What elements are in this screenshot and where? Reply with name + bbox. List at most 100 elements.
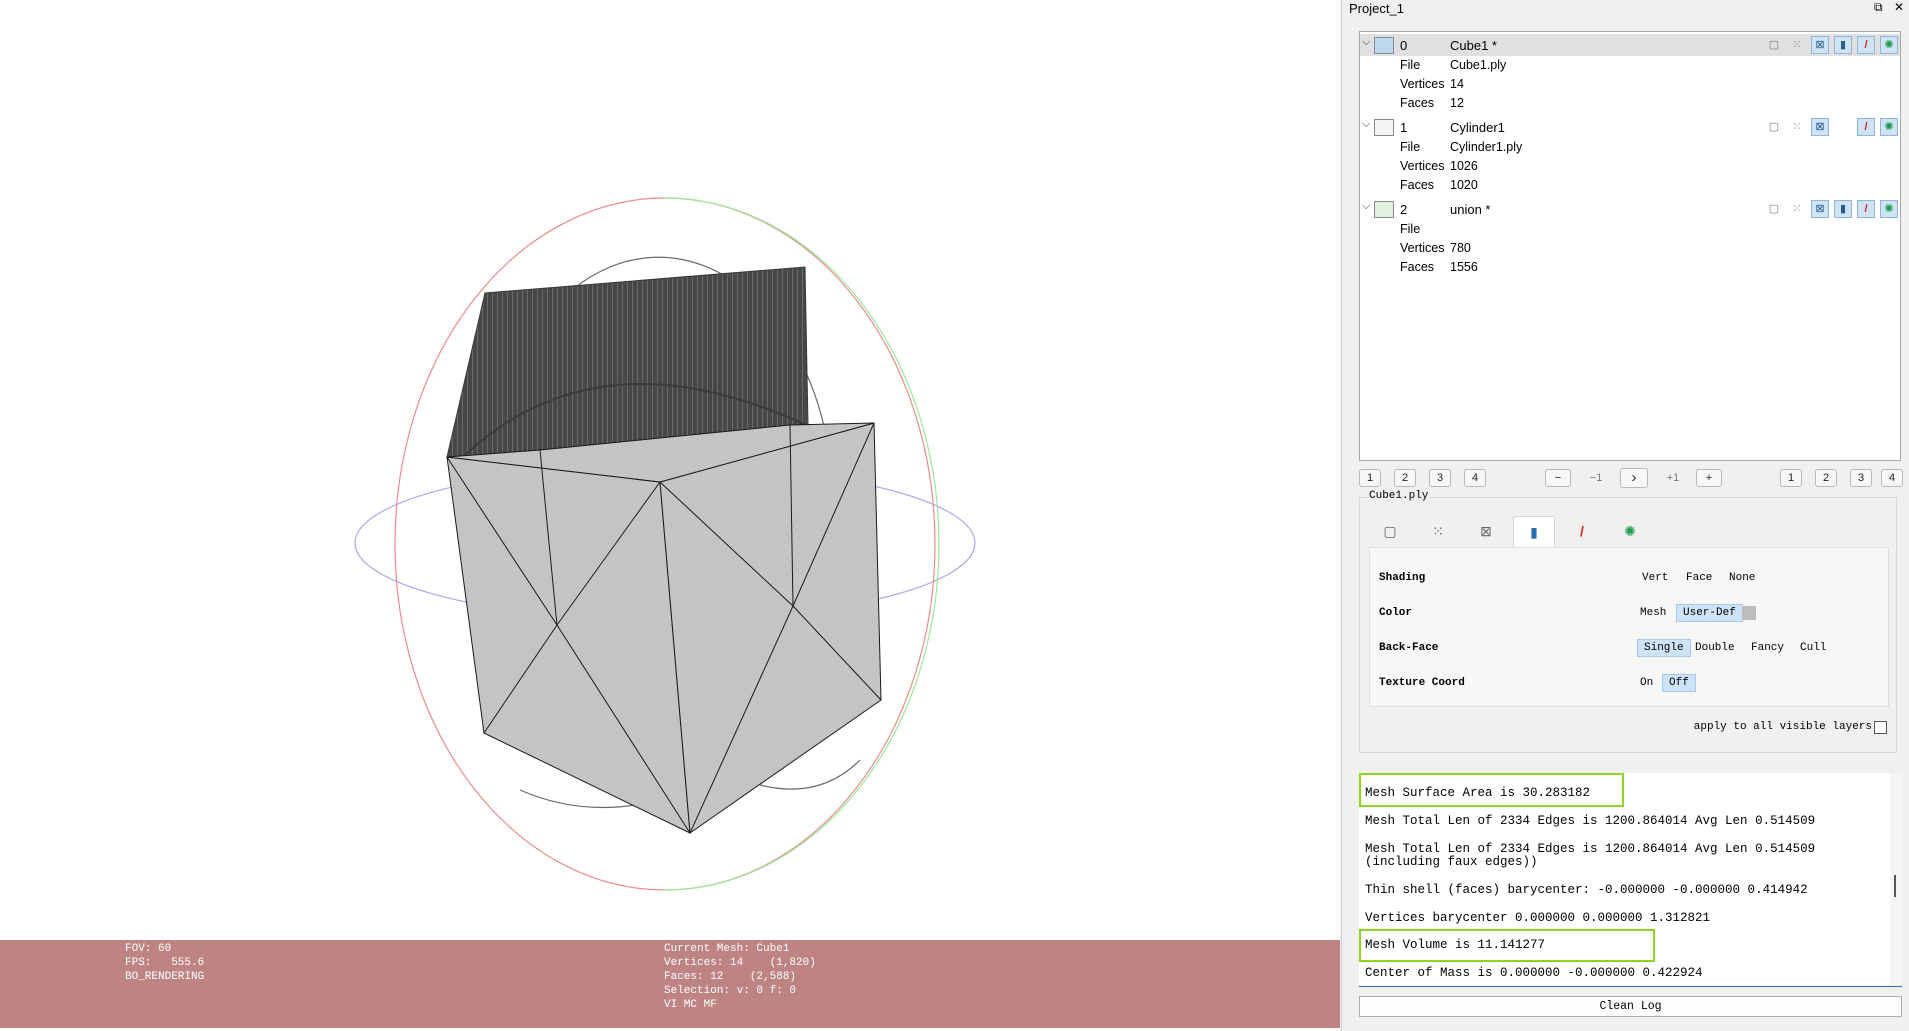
backface-fancy-option[interactable]: Fancy xyxy=(1745,639,1790,657)
faces-label: Faces xyxy=(1400,96,1435,110)
layer-index: 1 xyxy=(1400,120,1408,135)
wire-icon[interactable]: ⊠ xyxy=(1811,36,1829,54)
plus-one-button[interactable]: +1 xyxy=(1658,469,1688,487)
points-icon[interactable]: ⁙ xyxy=(1417,516,1459,547)
hud-current-mesh: Current Mesh: Cube1 xyxy=(664,943,790,955)
wire-icon[interactable]: ⊠ xyxy=(1465,516,1507,547)
texcoord-on-option[interactable]: On xyxy=(1634,674,1659,692)
texture-icon[interactable]: / xyxy=(1857,36,1875,54)
layer-index: 0 xyxy=(1400,38,1408,53)
solid-icon[interactable] xyxy=(1834,118,1852,136)
layer-index: 2 xyxy=(1400,202,1408,217)
view-right-2-button[interactable]: 2 xyxy=(1815,469,1837,487)
view-4-button[interactable]: 4 xyxy=(1464,469,1486,487)
view-3-button[interactable]: 3 xyxy=(1429,469,1451,487)
layer-item-union[interactable]: ⌵ 2 union * ▢ ⁙ ⊠ ▮ / ✺ File Vertices 780 Face… xyxy=(1360,198,1900,277)
vertices-value: 780 xyxy=(1450,241,1471,255)
render-group-title: Cube1.ply xyxy=(1367,490,1431,502)
view-right-3-button[interactable]: 3 xyxy=(1850,469,1872,487)
cube-right-face xyxy=(659,422,882,834)
hud-fov: FOV: 60 xyxy=(125,943,172,955)
log-scrollbar-thumb[interactable] xyxy=(1894,875,1896,897)
wire-icon[interactable]: ⊠ xyxy=(1811,118,1829,136)
hud-faces: Faces: 12 (2,588) xyxy=(664,971,797,983)
chevron-down-icon[interactable]: ⌵ xyxy=(1362,118,1370,131)
layer-name: Cylinder1 xyxy=(1450,120,1505,135)
hud-right-column: Current Mesh: Cube1 Vertices: 14 (1,820)… xyxy=(664,942,816,1012)
box-icon[interactable]: ▢ xyxy=(1765,200,1783,218)
shading-vert-option[interactable]: Vert xyxy=(1636,569,1674,587)
layer-thumbnail-icon[interactable] xyxy=(1374,119,1394,136)
texture-icon[interactable]: / xyxy=(1561,516,1603,547)
chevron-down-icon[interactable]: ⌵ xyxy=(1362,200,1370,213)
log-divider xyxy=(1359,986,1902,987)
log-line: Center of Mass is 0.000000 -0.000000 0.4… xyxy=(1365,966,1703,980)
restore-icon[interactable]: ⧉ xyxy=(1874,0,1883,14)
hud-left-column: FOV: 60 FPS: 555.6 BO_RENDERING xyxy=(125,942,204,984)
color-label: Color xyxy=(1379,607,1413,619)
clean-log-button[interactable]: Clean Log xyxy=(1359,996,1902,1017)
texcoord-off-option[interactable]: Off xyxy=(1662,674,1696,692)
log-scrollbar[interactable] xyxy=(1890,773,1902,985)
apply-all-row: apply to all visible layers xyxy=(1360,719,1896,737)
chevron-down-icon[interactable]: ⌵ xyxy=(1362,36,1370,49)
box-icon[interactable]: ▢ xyxy=(1369,516,1411,547)
view-1-button[interactable]: 1 xyxy=(1359,469,1381,487)
view-right-4-button[interactable]: 4 xyxy=(1881,469,1903,487)
file-value: Cube1.ply xyxy=(1450,58,1507,72)
log-line: Vertices barycenter 0.000000 0.000000 1.… xyxy=(1365,911,1711,925)
backface-cull-option[interactable]: Cull xyxy=(1794,639,1832,657)
select-icon[interactable]: ✺ xyxy=(1609,516,1651,547)
panel-titlebar: Project_1 ⧉ ✕ xyxy=(1342,0,1909,17)
shading-face-option[interactable]: Face xyxy=(1680,569,1718,587)
next-button[interactable]: › xyxy=(1620,468,1648,488)
box-icon[interactable]: ▢ xyxy=(1765,36,1783,54)
solid-icon[interactable]: ▮ xyxy=(1834,200,1852,218)
layer-nav-bar: 1 2 3 4 − −1 › +1 + 1 2 3 4 xyxy=(1359,468,1903,491)
points-icon[interactable]: ⁙ xyxy=(1788,118,1806,136)
texture-icon[interactable]: / xyxy=(1857,200,1875,218)
shading-none-option[interactable]: None xyxy=(1723,569,1761,587)
status-hud: FOV: 60 FPS: 555.6 BO_RENDERING Current … xyxy=(0,940,1340,1028)
layer-render-toggles: ▢ ⁙ ⊠ ▮ / ✺ xyxy=(1760,200,1898,218)
backface-double-option[interactable]: Double xyxy=(1689,639,1741,657)
backface-single-option[interactable]: Single xyxy=(1637,639,1691,657)
backface-row: Back-Face Single Double Fancy Cull xyxy=(1370,637,1890,659)
apply-all-checkbox[interactable] xyxy=(1874,721,1887,734)
color-userdef-option[interactable]: User-Def xyxy=(1676,604,1743,622)
plus-button[interactable]: + xyxy=(1696,469,1722,487)
select-icon[interactable]: ✺ xyxy=(1880,36,1898,54)
log-line: Thin shell (faces) barycenter: -0.000000… xyxy=(1365,883,1808,897)
layer-thumbnail-icon[interactable] xyxy=(1374,37,1394,54)
eye-icon[interactable] xyxy=(1374,201,1394,218)
layer-name: Cube1 * xyxy=(1450,38,1497,53)
select-icon[interactable]: ✺ xyxy=(1880,200,1898,218)
view-right-1-button[interactable]: 1 xyxy=(1780,469,1802,487)
minus-button[interactable]: − xyxy=(1545,469,1571,487)
minus-one-button[interactable]: −1 xyxy=(1581,469,1611,487)
layer-render-toggles: ▢ ⁙ ⊠ / ✺ xyxy=(1760,118,1898,136)
wire-icon[interactable]: ⊠ xyxy=(1811,200,1829,218)
faces-label: Faces xyxy=(1400,260,1435,274)
color-mesh-option[interactable]: Mesh xyxy=(1634,604,1672,622)
points-icon[interactable]: ⁙ xyxy=(1788,36,1806,54)
points-icon[interactable]: ⁙ xyxy=(1788,200,1806,218)
texture-icon[interactable]: / xyxy=(1857,118,1875,136)
solid-icon[interactable]: ▮ xyxy=(1513,516,1555,547)
box-icon[interactable]: ▢ xyxy=(1765,118,1783,136)
color-swatch[interactable] xyxy=(1742,606,1756,620)
close-icon[interactable]: ✕ xyxy=(1894,0,1904,14)
mesh-scene[interactable] xyxy=(0,0,1340,940)
solid-icon[interactable]: ▮ xyxy=(1834,36,1852,54)
layer-item-cube1[interactable]: ⌵ 0 Cube1 * ▢ ⁙ ⊠ ▮ / ✺ File Cube1.ply Vertice… xyxy=(1360,34,1900,113)
layer-item-cylinder1[interactable]: ⌵ 1 Cylinder1 ▢ ⁙ ⊠ / ✺ File Cylinder1.ply Ve… xyxy=(1360,116,1900,195)
select-icon[interactable]: ✺ xyxy=(1880,118,1898,136)
surface-area-highlight xyxy=(1359,773,1624,807)
hud-flags: VI MC MF xyxy=(664,999,717,1011)
vertices-value: 1026 xyxy=(1450,159,1478,173)
hud-fps: FPS: 555.6 xyxy=(125,957,205,969)
log-area[interactable]: Mesh Surface Area is 30.283182 Mesh Tota… xyxy=(1359,773,1890,985)
view-2-button[interactable]: 2 xyxy=(1394,469,1416,487)
color-row: Color Mesh User-Def xyxy=(1370,602,1890,624)
3d-viewport[interactable]: FOV: 60 FPS: 555.6 BO_RENDERING Current … xyxy=(0,0,1340,1031)
